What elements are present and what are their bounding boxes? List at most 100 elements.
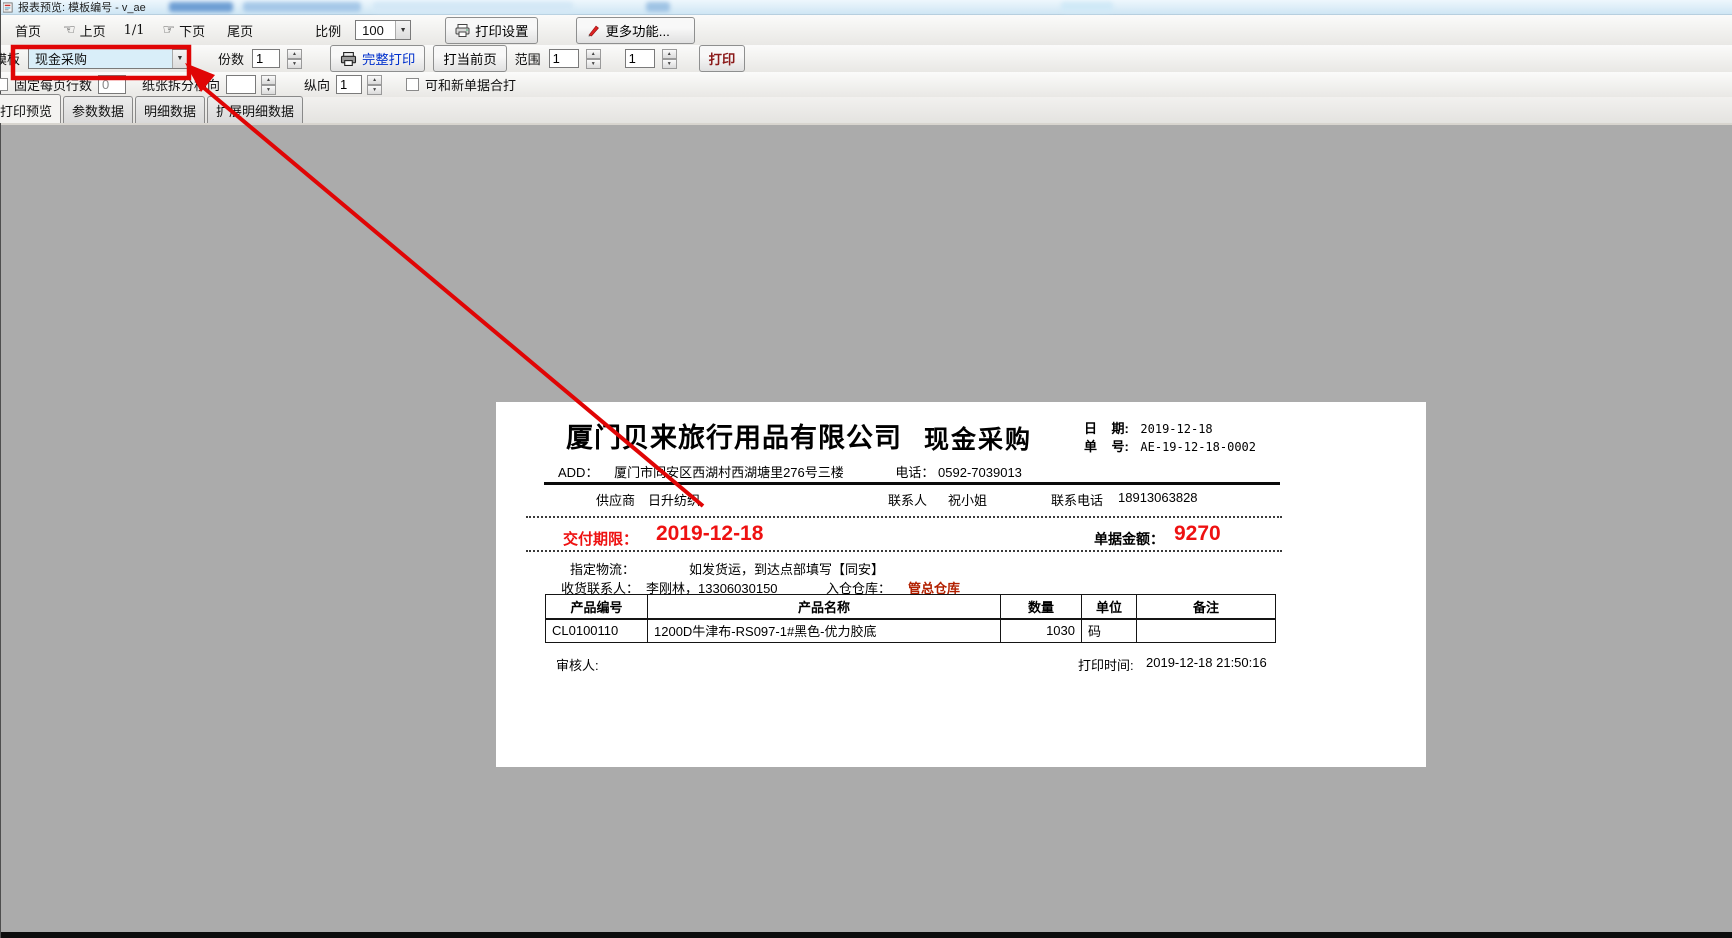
next-page-button[interactable]: ☞ 下页 xyxy=(159,19,210,42)
printer-icon xyxy=(455,24,470,37)
spin-down-icon[interactable]: ▼ xyxy=(586,59,601,69)
cell-remark xyxy=(1137,619,1276,643)
logistics-row: 指定物流： 如发货运，到达点部填写【同安】 xyxy=(496,559,1426,575)
copies-label: 份数 xyxy=(218,49,244,68)
redacted-blur xyxy=(1061,2,1113,12)
copies-stepper[interactable]: ▲▼ xyxy=(287,49,302,69)
doc-no-row: 单 号: AE-19-12-18-0002 xyxy=(1084,436,1256,455)
redacted-blur xyxy=(169,2,233,12)
toolbar-options: 固定每页行数 纸张拆分横向 ▲▼ 纵向 ▲▼ 可和新单据合打 xyxy=(1,72,1732,97)
chevron-down-icon[interactable]: ▼ xyxy=(395,21,410,39)
spin-up-icon[interactable]: ▲ xyxy=(261,75,276,85)
range-to-stepper[interactable]: ▲▼ xyxy=(662,49,677,69)
range-to-input[interactable] xyxy=(625,49,655,68)
logistics-note: 如发货运，到达点部填写【同安】 xyxy=(689,559,884,578)
doc-no: AE-19-12-18-0002 xyxy=(1140,440,1256,454)
table-header-row: 产品编号 产品名称 数量 单位 备注 xyxy=(546,595,1276,619)
company-name: 厦门贝来旅行用品有限公司 xyxy=(566,416,902,455)
prev-page-button[interactable]: ☜ 上页 xyxy=(59,19,110,42)
last-page-button[interactable]: 尾页 xyxy=(223,19,257,42)
deadline-date: 2019-12-18 xyxy=(656,522,763,546)
tab-detail-data[interactable]: 明细数据 xyxy=(135,96,205,123)
hand-left-icon: ☜ xyxy=(63,22,76,38)
title-bar: 报表预览: 模板编号 - v_ae xyxy=(1,0,1732,15)
app-icon xyxy=(3,2,14,13)
scale-value: 100 xyxy=(356,23,395,38)
hand-right-icon: ☞ xyxy=(163,22,176,38)
spin-up-icon[interactable]: ▲ xyxy=(287,49,302,59)
tab-extended-detail-data[interactable]: 扩展明细数据 xyxy=(207,96,303,123)
fixed-rows-checkbox[interactable] xyxy=(0,78,8,91)
tab-bar: 打印预览 参数数据 明细数据 扩展明细数据 xyxy=(1,97,1732,123)
doc-type-title: 现金采购 xyxy=(924,420,1032,456)
full-print-button[interactable]: 完整打印 xyxy=(330,45,425,72)
scale-label: 比例 xyxy=(315,21,341,40)
chevron-down-icon[interactable]: ▼ xyxy=(172,50,187,68)
print-button[interactable]: 打印 xyxy=(699,45,746,72)
range-from-stepper[interactable]: ▲▼ xyxy=(586,49,601,69)
spin-down-icon[interactable]: ▼ xyxy=(367,85,382,95)
template-value: 现金采购 xyxy=(29,49,172,68)
cell-product-name: 1200D牛津布-RS097-1#黑色-优力胶底 xyxy=(648,619,1001,643)
portrait-stepper[interactable]: ▲▼ xyxy=(367,75,382,95)
report-preview-window: 报表预览: 模板编号 - v_ae 首页 ☜ 上页 1/1 ☞ 下页 尾页 比例… xyxy=(0,0,1732,938)
col-remark: 备注 xyxy=(1137,595,1276,619)
window-title: 报表预览: 模板编号 - v_ae xyxy=(18,0,146,15)
col-product-name: 产品名称 xyxy=(648,595,1001,619)
paper-split-stepper[interactable]: ▲▼ xyxy=(261,75,276,95)
portrait-input[interactable] xyxy=(336,75,362,94)
more-functions-button[interactable]: 更多功能... xyxy=(576,17,694,44)
print-settings-button[interactable]: 打印设置 xyxy=(445,17,538,44)
redacted-blur xyxy=(373,2,573,12)
dotted-divider xyxy=(526,516,1282,518)
scale-combobox[interactable]: 100 ▼ xyxy=(355,20,411,40)
cell-unit: 码 xyxy=(1082,619,1137,643)
amount-value: 9270 xyxy=(1174,522,1221,546)
spin-up-icon[interactable]: ▲ xyxy=(367,75,382,85)
supplier-name: 日升纺织 xyxy=(648,490,700,509)
paper-split-input[interactable] xyxy=(226,75,256,94)
spin-up-icon[interactable]: ▲ xyxy=(662,49,677,59)
table-row: CL0100110 1200D牛津布-RS097-1#黑色-优力胶底 1030 … xyxy=(546,619,1276,643)
preview-area: 默认打印模板要发给供应商和仓库 厦门贝来旅行用品有限公司 现金采购 日 期: 2… xyxy=(1,123,1732,932)
supplier-row: 供应商 日升纺织 联系人 祝小姐 联系电话 18913063828 xyxy=(496,490,1426,506)
template-combobox[interactable]: 现金采购 ▼ xyxy=(28,49,188,69)
printer-icon xyxy=(340,52,357,66)
pen-icon xyxy=(586,24,600,37)
company-address: 厦门市同安区西湖村西湖塘里276号三楼 xyxy=(614,465,844,480)
spin-down-icon[interactable]: ▼ xyxy=(261,85,276,95)
merge-print-checkbox[interactable] xyxy=(406,78,419,91)
fixed-rows-input[interactable] xyxy=(98,75,126,94)
doc-date: 2019-12-18 xyxy=(1140,422,1212,436)
portrait-label: 纵向 xyxy=(304,75,330,94)
spin-down-icon[interactable]: ▼ xyxy=(287,59,302,69)
spin-up-icon[interactable]: ▲ xyxy=(586,49,601,59)
receiver-row: 收货联系人： 李刚林，13306030150 入仓仓库： 管总仓库 xyxy=(496,578,1426,594)
footer-row: 审核人: 打印时间: 2019-12-18 21:50:16 xyxy=(496,655,1426,671)
contact-name: 祝小姐 xyxy=(948,490,987,509)
address-row: ADD： 厦门市同安区西湖村西湖塘里276号三楼 电话： 0592-703901… xyxy=(558,462,1022,481)
spin-down-icon[interactable]: ▼ xyxy=(662,59,677,69)
template-label: 模板 xyxy=(0,49,20,68)
col-quantity: 数量 xyxy=(1001,595,1082,619)
tab-parameter-data[interactable]: 参数数据 xyxy=(63,96,133,123)
copies-input[interactable] xyxy=(252,49,280,68)
redacted-blur xyxy=(646,2,670,12)
print-time: 2019-12-18 21:50:16 xyxy=(1146,655,1267,670)
items-table: 产品编号 产品名称 数量 单位 备注 CL0100110 1200D牛津布-RS… xyxy=(545,594,1276,643)
merge-print-label: 可和新单据合打 xyxy=(425,75,516,94)
document-page: 厦门贝来旅行用品有限公司 现金采购 日 期: 2019-12-18 单 号: A… xyxy=(496,402,1426,767)
col-unit: 单位 xyxy=(1082,595,1137,619)
first-page-button[interactable]: 首页 xyxy=(11,19,45,42)
print-current-page-button[interactable]: 打当前页 xyxy=(433,45,506,72)
doc-date-row: 日 期: 2019-12-18 xyxy=(1084,418,1213,437)
page-indicator: 1/1 xyxy=(124,23,145,38)
toolbar-print: 模板 现金采购 ▼ 份数 ▲▼ 完整打印 打当前页 范围 ▲▼ ▲▼ 打印 xyxy=(1,45,1732,72)
auditor-label: 审核人: xyxy=(556,655,599,674)
paper-split-label: 纸张拆分横向 xyxy=(142,75,220,94)
header-divider xyxy=(544,482,1280,485)
tab-print-preview[interactable]: 打印预览 xyxy=(0,94,61,123)
range-from-input[interactable] xyxy=(549,49,579,68)
fixed-rows-label: 固定每页行数 xyxy=(14,75,92,94)
dotted-divider xyxy=(526,550,1282,552)
